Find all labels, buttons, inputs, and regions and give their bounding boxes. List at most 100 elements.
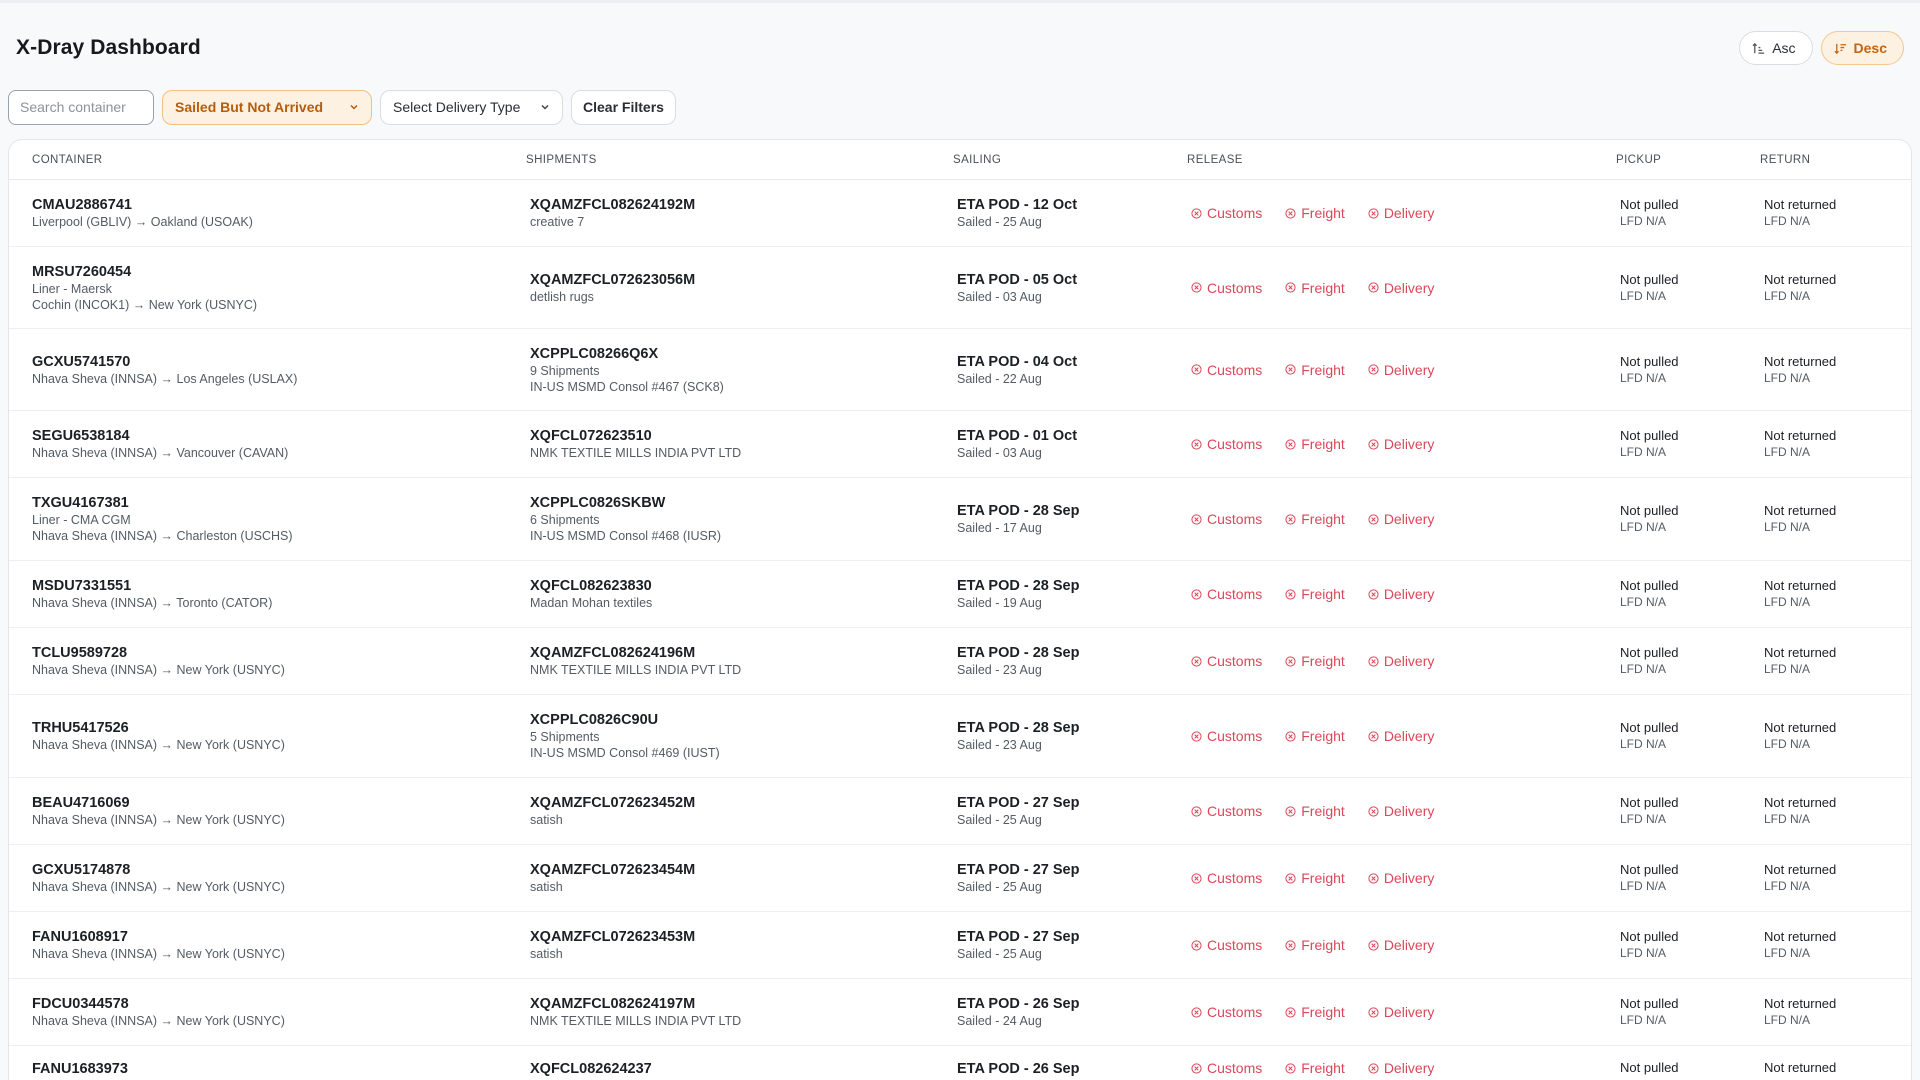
shipment-id[interactable]: XQAMZFCL072623454M	[530, 861, 695, 879]
return-status: Not returned	[1764, 996, 1837, 1011]
release-customs-status[interactable]: Customs	[1191, 937, 1262, 953]
release-delivery-status[interactable]: Delivery	[1368, 1004, 1434, 1020]
container-id[interactable]: MSDU7331551	[32, 577, 272, 595]
release-customs-status[interactable]: Customs	[1191, 362, 1262, 378]
container-id[interactable]: TRHU5417526	[32, 719, 285, 737]
release-delivery-label: Delivery	[1383, 279, 1435, 296]
release-customs-status[interactable]: Customs	[1191, 511, 1262, 527]
shipment-id[interactable]: XQAMZFCL082624197M	[530, 995, 741, 1013]
container-id[interactable]: TXGU4167381	[32, 494, 293, 512]
container-id[interactable]: GCXU5174878	[32, 861, 285, 879]
container-id[interactable]: GCXU5741570	[32, 353, 297, 371]
container-id[interactable]: BEAU4716069	[32, 794, 285, 812]
container-id[interactable]: CMAU2886741	[32, 196, 253, 214]
release-freight-status[interactable]: Freight	[1285, 653, 1345, 669]
sort-asc-button[interactable]: Asc	[1739, 31, 1813, 65]
shipment-id[interactable]: XQAMZFCL082624196M	[530, 644, 741, 662]
release-delivery-status[interactable]: Delivery	[1368, 279, 1435, 296]
release-customs-status[interactable]: Customs	[1191, 870, 1262, 886]
column-header-sailing[interactable]: Sailing	[953, 154, 1001, 166]
clear-filters-button[interactable]: Clear Filters	[571, 89, 676, 125]
release-delivery-status[interactable]: Delivery	[1368, 511, 1434, 527]
release-freight-status[interactable]: Freight	[1285, 586, 1345, 602]
release-freight-status[interactable]: Freight	[1285, 728, 1345, 744]
release-customs-status[interactable]: Customs	[1191, 728, 1262, 744]
shipment-detail: creative 7	[530, 215, 585, 229]
table-row[interactable]: TXGU4167381 Liner - CMA CGM Nhava Sheva (…	[9, 478, 1911, 561]
shipment-detail: NMK TEXTILE MILLS INDIA PVT LTD	[530, 663, 742, 677]
pickup-status: Not pulled	[1620, 720, 1679, 735]
release-delivery-status[interactable]: Delivery	[1368, 728, 1434, 744]
shipment-id[interactable]: XCPPLC08266Q6X	[530, 345, 724, 363]
release-customs-status[interactable]: Customs	[1191, 436, 1262, 452]
shipment-id[interactable]: XQFCL082623830	[530, 577, 652, 595]
release-freight-status[interactable]: Freight	[1285, 803, 1345, 819]
release-customs-status[interactable]: Customs	[1191, 803, 1262, 819]
container-id[interactable]: FANU1608917	[32, 928, 285, 946]
table-row[interactable]: CMAU2886741 Liverpool (GBLIV) → Oakland …	[9, 180, 1911, 247]
shipment-id[interactable]: XQAMZFCL072623453M	[530, 928, 695, 946]
delivery-type-select[interactable]: Select Delivery Type	[380, 89, 563, 125]
release-delivery-status[interactable]: Delivery	[1368, 653, 1434, 669]
sort-desc-button[interactable]: Desc	[1820, 31, 1904, 65]
release-customs-status[interactable]: Customs	[1191, 1060, 1262, 1076]
shipments-cell: XQAMZFCL072623453M satish	[530, 928, 695, 962]
container-id[interactable]: FANU1683973	[32, 1060, 128, 1078]
release-delivery-status[interactable]: Delivery	[1368, 586, 1434, 602]
column-header-pickup[interactable]: Pickup	[1616, 154, 1661, 166]
release-freight-status[interactable]: Freight	[1285, 436, 1345, 452]
release-delivery-status[interactable]: Delivery	[1368, 362, 1434, 378]
release-delivery-label: Delivery	[1383, 870, 1435, 886]
table-row[interactable]: TRHU5417526 Nhava Sheva (INNSA) → New Yo…	[9, 695, 1911, 778]
release-freight-status[interactable]: Freight	[1285, 1004, 1345, 1020]
release-delivery-status[interactable]: Delivery	[1368, 870, 1435, 886]
table-row[interactable]: FANU1608917 Nhava Sheva (INNSA) → New Yo…	[9, 912, 1911, 979]
release-customs-status[interactable]: Customs	[1191, 205, 1262, 221]
table-row[interactable]: MRSU7260454 Liner - Maersk Cochin (INCOK1…	[9, 247, 1911, 329]
release-freight-status[interactable]: Freight	[1285, 1060, 1345, 1076]
table-row[interactable]: GCXU5174878 Nhava Sheva (INNSA) → New Yo…	[9, 845, 1911, 912]
table-row[interactable]: TCLU9589728 Nhava Sheva (INNSA) → New Yo…	[9, 628, 1911, 695]
shipment-id[interactable]: XCPPLC0826SKBW	[530, 494, 721, 512]
column-header-container[interactable]: Container	[32, 154, 102, 166]
shipment-id[interactable]: XQAMZFCL072623452M	[530, 794, 695, 812]
release-delivery-status[interactable]: Delivery	[1368, 436, 1434, 452]
shipment-id[interactable]: XQAMZFCL072623056M	[530, 271, 695, 289]
release-customs-status[interactable]: Customs	[1191, 653, 1262, 669]
container-detail: Nhava Sheva (INNSA) → New York (USNYC)	[32, 880, 285, 894]
release-freight-status[interactable]: Freight	[1285, 280, 1345, 296]
return-cell: Not returned LFD N/A	[1764, 996, 1836, 1028]
shipment-id[interactable]: XQFCL072623510	[530, 427, 741, 445]
table-row[interactable]: MSDU7331551 Nhava Sheva (INNSA) → Toront…	[9, 561, 1911, 628]
release-customs-status[interactable]: Customs	[1191, 1004, 1262, 1020]
release-delivery-status[interactable]: Delivery	[1368, 937, 1434, 953]
container-id[interactable]: FDCU0344578	[32, 995, 285, 1013]
release-customs-status[interactable]: Customs	[1191, 280, 1262, 296]
container-id[interactable]: SEGU6538184	[32, 427, 288, 445]
table-row[interactable]: GCXU5741570 Nhava Sheva (INNSA) → Los An…	[9, 329, 1911, 411]
column-header-release[interactable]: Release	[1187, 154, 1243, 166]
release-freight-status[interactable]: Freight	[1285, 205, 1345, 221]
column-header-return[interactable]: Return	[1760, 154, 1810, 166]
column-header-shipments[interactable]: Shipments	[526, 154, 597, 166]
table-row[interactable]: SEGU6538184 Nhava Sheva (INNSA) → Vancou…	[9, 411, 1911, 478]
shipment-id[interactable]: XQFCL082624237	[530, 1060, 652, 1078]
release-customs-status[interactable]: Customs	[1191, 586, 1262, 602]
search-input[interactable]	[8, 89, 154, 125]
release-freight-status[interactable]: Freight	[1285, 362, 1345, 378]
container-id[interactable]: MRSU7260454	[32, 263, 257, 281]
release-delivery-status[interactable]: Delivery	[1368, 205, 1434, 221]
release-freight-status[interactable]: Freight	[1285, 511, 1345, 527]
pickup-lfd: LFD N/A	[1620, 879, 1667, 893]
table-row[interactable]: FDCU0344578 Nhava Sheva (INNSA) → New Yo…	[9, 979, 1911, 1046]
release-freight-status[interactable]: Freight	[1285, 937, 1345, 953]
release-delivery-status[interactable]: Delivery	[1368, 1060, 1434, 1076]
shipment-id[interactable]: XQAMZFCL082624192M	[530, 196, 695, 214]
table-row[interactable]: FANU1683973 XQFCL082624237 ETA POD - 26 …	[9, 1046, 1911, 1080]
table-row[interactable]: BEAU4716069 Nhava Sheva (INNSA) → New Yo…	[9, 778, 1911, 845]
shipment-id[interactable]: XCPPLC0826C90U	[530, 711, 720, 729]
release-delivery-status[interactable]: Delivery	[1368, 803, 1434, 819]
container-id[interactable]: TCLU9589728	[32, 644, 285, 662]
release-freight-status[interactable]: Freight	[1285, 870, 1345, 886]
status-filter-select[interactable]: Sailed But Not Arrived	[162, 89, 372, 125]
